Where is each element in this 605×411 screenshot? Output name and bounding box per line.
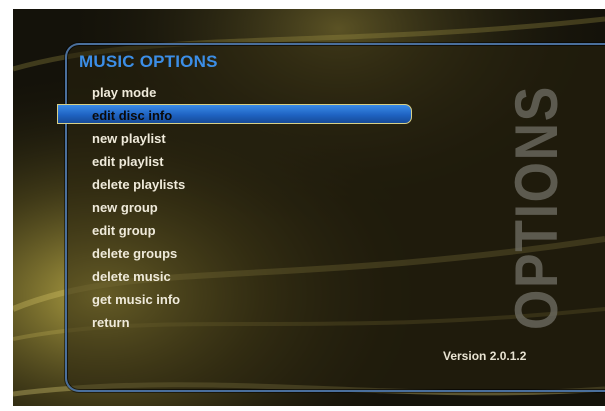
menu-item-edit-playlist[interactable]: edit playlist: [92, 152, 164, 172]
menu-item-edit-group[interactable]: edit group: [92, 221, 156, 241]
version-label: Version 2.0.1.2: [443, 349, 527, 363]
menu-item-delete-music[interactable]: delete music: [92, 267, 171, 287]
menu-item-return[interactable]: return: [92, 313, 130, 333]
page-title: MUSIC OPTIONS: [79, 52, 218, 71]
options-watermark: OPTIONS: [503, 85, 570, 330]
menu-item-delete-playlists[interactable]: delete playlists: [92, 175, 185, 195]
menu-item-get-music-info[interactable]: get music info: [92, 290, 180, 310]
menu-item-new-playlist[interactable]: new playlist: [92, 129, 166, 149]
menu-item-play-mode[interactable]: play mode: [92, 83, 156, 103]
menu-item-edit-disc-info[interactable]: edit disc info: [92, 106, 172, 126]
menu-item-delete-groups[interactable]: delete groups: [92, 244, 177, 264]
options-watermark-text: OPTIONS: [503, 85, 570, 330]
menu-item-new-group[interactable]: new group: [92, 198, 158, 218]
